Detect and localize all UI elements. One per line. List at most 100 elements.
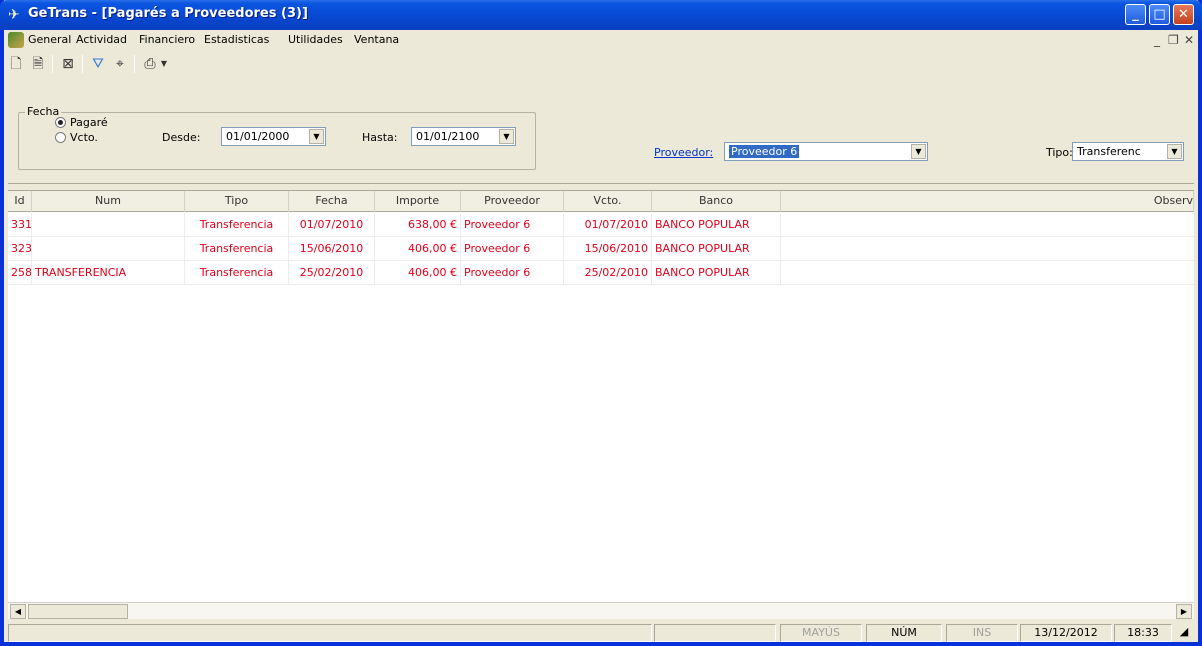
status-mayus: MAYÚS	[780, 624, 862, 642]
desde-label: Desde:	[162, 131, 201, 144]
col-header-num[interactable]: Num	[32, 191, 185, 212]
minimize-button[interactable]: _	[1125, 4, 1146, 25]
toolbar-separator	[82, 55, 83, 73]
table-row[interactable]: 258 TRANSFERENCIA Transferencia 25/02/20…	[8, 261, 1194, 285]
col-header-banco[interactable]: Banco	[652, 191, 781, 212]
tipo-label: Tipo:	[1046, 146, 1073, 159]
app-window: ✈ GeTrans - [Pagarés a Proveedores (3)] …	[0, 0, 1202, 646]
toolbar: 🗋 🗎 ⊠ ⛛ ⌖ ⎙ ▼	[4, 50, 1198, 78]
menu-financiero[interactable]: Financiero	[139, 33, 195, 46]
filter-panel: Fecha Pagaré Vcto. Desde: 01/01/2000 ▼ H…	[8, 80, 1194, 184]
cell-banco: BANCO POPULAR	[652, 213, 781, 237]
cell-importe: 406,00 €	[375, 237, 461, 261]
chevron-down-icon[interactable]: ▼	[309, 129, 324, 144]
toolbar-separator	[52, 55, 53, 73]
print-dropdown-icon[interactable]: ▼	[158, 54, 170, 74]
chevron-down-icon[interactable]: ▼	[1167, 144, 1182, 159]
menu-bar: General Actividad Financiero Estadistica…	[4, 30, 1198, 50]
scroll-right-icon[interactable]: ▶	[1176, 604, 1192, 619]
menu-general[interactable]: General	[28, 33, 71, 46]
radio-pagare[interactable]: Pagaré	[55, 116, 108, 129]
window-title: GeTrans - [Pagarés a Proveedores (3)]	[28, 6, 308, 21]
proveedor-select[interactable]: Proveedor 6 ▼	[724, 142, 928, 161]
col-header-proveedor[interactable]: Proveedor	[461, 191, 564, 212]
col-header-observ[interactable]: Observ	[781, 191, 1194, 212]
tipo-select[interactable]: Transferenc ▼	[1072, 142, 1184, 161]
cell-fecha: 01/07/2010	[289, 213, 375, 237]
hasta-value: 01/01/2100	[416, 130, 480, 143]
cell-banco: BANCO POPULAR	[652, 237, 781, 261]
col-header-tipo[interactable]: Tipo	[185, 191, 289, 212]
col-header-vcto[interactable]: Vcto.	[564, 191, 652, 212]
data-grid[interactable]: Id Num Tipo Fecha Importe Proveedor Vcto…	[8, 190, 1194, 602]
menu-actividad[interactable]: Actividad	[76, 33, 127, 46]
cell-fecha: 15/06/2010	[289, 237, 375, 261]
col-header-id[interactable]: Id	[8, 191, 32, 212]
mdi-restore-button[interactable]: ❐	[1168, 33, 1179, 47]
status-num: NÚM	[866, 624, 942, 642]
radio-vcto-indicator[interactable]	[55, 132, 66, 143]
cell-id: 258	[8, 261, 32, 285]
title-bar[interactable]: ✈ GeTrans - [Pagarés a Proveedores (3)] …	[0, 0, 1202, 30]
status-date: 13/12/2012	[1020, 624, 1112, 642]
chevron-down-icon[interactable]: ▼	[911, 144, 926, 159]
proveedor-value: Proveedor 6	[729, 145, 800, 158]
close-button[interactable]: ✕	[1173, 4, 1194, 25]
grid-header: Id Num Tipo Fecha Importe Proveedor Vcto…	[8, 191, 1194, 212]
cell-proveedor: Proveedor 6	[461, 261, 564, 285]
horizontal-scrollbar[interactable]: ◀ ▶	[8, 602, 1194, 619]
cell-vcto: 01/07/2010	[564, 213, 652, 237]
cell-tipo: Transferencia	[185, 213, 289, 237]
cell-banco: BANCO POPULAR	[652, 261, 781, 285]
tipo-value: Transferenc	[1077, 145, 1141, 158]
cell-vcto: 25/02/2010	[564, 261, 652, 285]
mdi-close-button[interactable]: ✕	[1184, 33, 1194, 47]
mdi-minimize-button[interactable]: _	[1154, 33, 1160, 47]
print-icon[interactable]: ⎙	[140, 54, 160, 74]
col-header-fecha[interactable]: Fecha	[289, 191, 375, 212]
hasta-label: Hasta:	[362, 131, 398, 144]
cell-importe: 406,00 €	[375, 261, 461, 285]
radio-pagare-label: Pagaré	[70, 116, 108, 129]
cell-tipo: Transferencia	[185, 237, 289, 261]
cell-importe: 638,00 €	[375, 213, 461, 237]
menu-utilidades[interactable]: Utilidades	[288, 33, 343, 46]
menu-ventana[interactable]: Ventana	[354, 33, 399, 46]
status-pane-main	[8, 624, 652, 642]
new-document-icon[interactable]: 🗋	[6, 54, 26, 74]
desde-value: 01/01/2000	[226, 130, 290, 143]
date-groupbox: Fecha Pagaré Vcto. Desde: 01/01/2000 ▼ H…	[18, 105, 536, 170]
cell-num	[32, 213, 185, 237]
table-row[interactable]: 331 Transferencia 01/07/2010 638,00 € Pr…	[8, 213, 1194, 237]
resize-grip-icon[interactable]: ◢	[1176, 624, 1192, 642]
cell-id: 323	[8, 237, 32, 261]
scroll-left-icon[interactable]: ◀	[10, 604, 26, 619]
cell-id: 331	[8, 213, 32, 237]
table-row[interactable]: 323 Transferencia 15/06/2010 406,00 € Pr…	[8, 237, 1194, 261]
scroll-thumb[interactable]	[28, 604, 128, 619]
app-logo-icon: ✈	[8, 7, 20, 23]
cell-num	[32, 237, 185, 261]
hasta-date-picker[interactable]: 01/01/2100 ▼	[411, 127, 516, 146]
properties-icon[interactable]: 🗎	[28, 54, 48, 74]
status-pane-info	[654, 624, 776, 642]
proveedor-link[interactable]: Proveedor:	[654, 146, 713, 159]
cell-tipo: Transferencia	[185, 261, 289, 285]
radio-pagare-indicator[interactable]	[55, 117, 66, 128]
delete-icon[interactable]: ⊠	[58, 54, 78, 74]
col-header-importe[interactable]: Importe	[375, 191, 461, 212]
desde-date-picker[interactable]: 01/01/2000 ▼	[221, 127, 326, 146]
toolbar-separator	[134, 55, 135, 73]
radio-vcto-label: Vcto.	[70, 131, 98, 144]
maximize-button[interactable]: □	[1149, 4, 1170, 25]
binoculars-icon[interactable]: ⌖	[110, 54, 130, 74]
filter-icon[interactable]: ⛛	[88, 54, 108, 74]
status-ins: INS	[946, 624, 1018, 642]
cell-vcto: 15/06/2010	[564, 237, 652, 261]
status-time: 18:33	[1114, 624, 1172, 642]
chevron-down-icon[interactable]: ▼	[499, 129, 514, 144]
status-bar: MAYÚS NÚM INS 13/12/2012 18:33 ◢	[8, 622, 1194, 642]
menu-estadisticas[interactable]: Estadisticas	[204, 33, 269, 46]
mdi-document-icon[interactable]	[8, 32, 24, 48]
radio-vcto[interactable]: Vcto.	[55, 131, 98, 144]
